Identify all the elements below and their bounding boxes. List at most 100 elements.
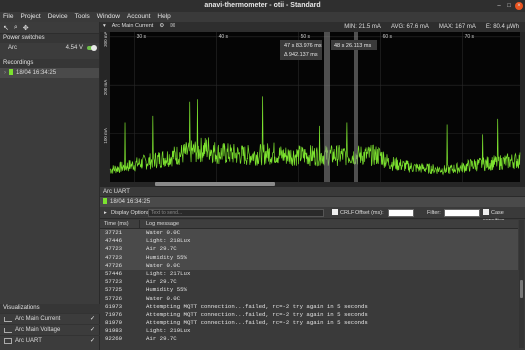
menu-file[interactable]: File — [3, 12, 13, 22]
stat-energy: E: 80.4 µWh — [485, 24, 519, 30]
stat-avg: AVG: 67.6 mA — [390, 24, 429, 30]
recording-color-swatch — [103, 198, 107, 204]
menu-device[interactable]: Device — [48, 12, 68, 22]
filter-input[interactable] — [444, 209, 480, 217]
zoom-tool-icon[interactable]: ⌕ — [14, 24, 18, 32]
power-toggle[interactable] — [87, 45, 97, 51]
display-options-button[interactable]: Display Options — [111, 209, 150, 217]
vis-item-label: Arc Main Current — [15, 316, 61, 322]
log-scroll-thumb[interactable] — [520, 280, 523, 298]
log-row[interactable]: 92260 Air 29.7C — [100, 335, 518, 343]
log-message: Air 29.7C — [146, 335, 177, 343]
col-time-header[interactable]: Time (ms) — [100, 220, 140, 228]
vis-check-icon[interactable]: ✓ — [90, 336, 95, 347]
log-vertical-scrollbar[interactable] — [519, 220, 524, 348]
plot-expand-icon[interactable]: ▾ — [103, 23, 106, 29]
cursor-2-time: 48 s 26.113 ms — [334, 43, 371, 49]
log-row[interactable]: 57726 Water 0.0C — [100, 295, 518, 303]
power-voltage-value[interactable]: 4.54 V — [66, 43, 83, 53]
recording-item[interactable]: › 18/04 16:34:25 — [0, 68, 99, 78]
uart-panel: Arc UART 18/04 16:34:25 ▸ Display Option… — [100, 187, 525, 350]
plot-stats: MIN: 21.5 mA AVG: 67.6 mA MAX: 167 mA E:… — [344, 22, 519, 32]
log-row[interactable]: 61973 Attempting MQTT connection...failed… — [100, 303, 518, 311]
expand-arrow-icon[interactable]: › — [4, 70, 6, 76]
move-tool-icon[interactable]: ✥ — [23, 24, 29, 32]
menu-project[interactable]: Project — [20, 12, 40, 22]
chart-icon — [4, 317, 12, 322]
crlf-checkbox[interactable] — [332, 209, 338, 215]
log-message: Humidity 55% — [146, 286, 187, 294]
log-row[interactable]: 81979 Attempting MQTT connection...failed… — [100, 319, 518, 327]
log-row[interactable]: 57725 Humidity 55% — [100, 286, 518, 294]
visualizations-panel: Visualizations Arc Main Current ✓ Arc Ma… — [0, 304, 100, 346]
plot-title: Arc Main Current — [111, 23, 154, 29]
log-row[interactable]: 71976 Attempting MQTT connection...failed… — [100, 311, 518, 319]
cursor-1-delta: Δ 942.137 ms — [284, 52, 318, 58]
x-tick-label: 50 s — [301, 34, 311, 40]
cursor-2[interactable] — [354, 32, 358, 182]
log-row[interactable]: 47723 Air 29.7C — [100, 245, 518, 254]
current-plot-panel: ▾ Arc Main Current ⚙ ☒ MIN: 21.5 mA AVG:… — [100, 22, 525, 187]
close-icon[interactable]: × — [515, 2, 523, 10]
log-row[interactable]: 91983 Light: 219Lux — [100, 327, 518, 335]
power-switches-header: Power switches — [0, 34, 99, 43]
visualizations-header: Visualizations — [0, 304, 100, 313]
menu-tools[interactable]: Tools — [75, 12, 90, 22]
log-message: Attempting MQTT connection...failed, rc=… — [146, 302, 368, 310]
log-time: 37721 — [105, 229, 123, 236]
send-text-input[interactable]: Text to send... — [148, 209, 324, 217]
log-time: 92260 — [105, 335, 123, 343]
current-chart[interactable]: 30 s 40 s 50 s 60 s 70 s 300 mA200 mA100 mA … — [100, 32, 525, 187]
x-tick-label: 70 s — [465, 34, 475, 40]
crlf-option[interactable]: CRLF — [332, 209, 354, 217]
select-tool-icon[interactable]: ↖ — [3, 24, 9, 32]
log-header: Time (ms) Log message — [100, 220, 518, 229]
uart-recording-label: 18/04 16:34:25 — [110, 199, 151, 205]
menu-account[interactable]: Account — [127, 12, 151, 22]
vis-item-main-voltage[interactable]: Arc Main Voltage ✓ — [0, 324, 100, 335]
vis-item-uart[interactable]: Arc UART ✓ — [0, 335, 100, 346]
plot-close-icon[interactable]: ☒ — [170, 23, 175, 29]
log-time: 91983 — [105, 327, 123, 335]
uart-log-table[interactable]: Time (ms) Log message 37721 Water 0.0C 474… — [100, 220, 518, 348]
window-title: anavi-thermometer - otii - Standard — [204, 2, 321, 9]
uart-title: Arc UART — [100, 187, 525, 197]
log-row[interactable]: 47726 Water 0.0C — [100, 261, 518, 270]
log-message: Air 29.7C — [146, 245, 177, 253]
y-tick-label: 100 mA — [103, 128, 108, 144]
horizontal-scrollbar[interactable] — [155, 182, 275, 186]
y-tick-label: 300 mA — [103, 32, 108, 47]
log-icon — [4, 338, 12, 344]
log-row[interactable]: 57446 Light: 217Lux — [100, 270, 518, 278]
plot-options-icon[interactable]: ⚙ — [159, 23, 164, 29]
minimize-icon[interactable]: – — [495, 2, 503, 10]
log-message: Water 0.0C — [146, 229, 181, 236]
log-message: Humidity 55% — [146, 253, 187, 261]
col-message-header[interactable]: Log message — [140, 220, 179, 228]
log-row[interactable]: 47446 Light: 218Lux — [100, 237, 518, 246]
log-message: Water 0.0C — [146, 294, 181, 302]
power-switch-row: Arc 4.54 V — [0, 43, 99, 53]
maximize-icon[interactable]: □ — [505, 2, 513, 10]
offset-input[interactable] — [388, 209, 414, 217]
title-bar: anavi-thermometer - otii - Standard – □ … — [0, 0, 525, 12]
uart-recording-row[interactable]: 18/04 16:34:25 — [100, 197, 525, 207]
sidebar: ↖ ⌕ ✥ Power switches Arc 4.54 V Recordin… — [0, 22, 100, 350]
display-options-arrow-icon[interactable]: ▸ — [104, 209, 107, 217]
log-time: 71976 — [105, 310, 123, 318]
y-tick-label: 200 mA — [103, 80, 108, 96]
menu-help[interactable]: Help — [157, 12, 170, 22]
log-row[interactable]: 57723 Air 29.7C — [100, 278, 518, 286]
vis-item-main-current[interactable]: Arc Main Current ✓ — [0, 313, 100, 324]
menu-window[interactable]: Window — [97, 12, 120, 22]
log-time: 57723 — [105, 278, 123, 286]
log-message: Air 29.7C — [146, 278, 177, 286]
cursor-1[interactable] — [324, 32, 330, 182]
chart-icon — [4, 328, 12, 333]
stat-min: MIN: 21.5 mA — [344, 24, 381, 30]
log-row[interactable]: 47723 Humidity 55% — [100, 253, 518, 262]
log-row[interactable]: 37721 Water 0.0C — [100, 229, 518, 238]
log-time: 57446 — [105, 269, 123, 277]
log-time: 57725 — [105, 286, 123, 294]
case-sensitive-checkbox[interactable] — [483, 209, 489, 215]
